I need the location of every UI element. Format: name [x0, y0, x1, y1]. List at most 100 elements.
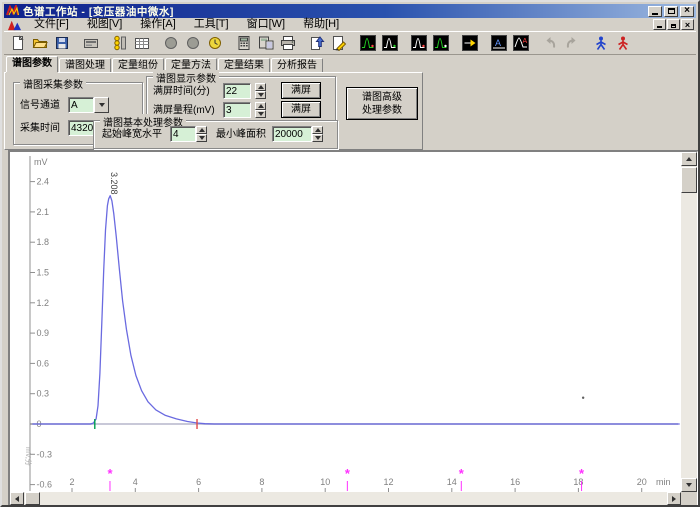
spin-up-button[interactable] [196, 126, 207, 134]
device-icon [83, 35, 99, 51]
beads-icon [112, 35, 128, 51]
chart-icon [411, 35, 427, 51]
min-area-label: 最小峰面积 [216, 127, 266, 143]
fullscreen-range-spinner[interactable] [255, 102, 266, 118]
menu-help[interactable]: 帮助[H] [294, 18, 348, 31]
spin-down-button[interactable] [312, 134, 323, 142]
y-unit-label: mV [34, 157, 48, 167]
x-tick-label: 6 [196, 477, 201, 487]
spin-down-button[interactable] [255, 110, 266, 118]
tab-quant-results[interactable]: 定量结果 [218, 58, 270, 72]
tab-analysis-report[interactable]: 分析报告 [271, 58, 323, 72]
signal-channel-combo[interactable] [68, 97, 94, 113]
menu-tools[interactable]: 工具[T] [185, 18, 238, 31]
scroll-left-button[interactable] [10, 492, 24, 505]
y-tick-label: 1.2 [37, 298, 50, 308]
manual-peak-button[interactable]: A [510, 33, 532, 54]
advanced-params-button[interactable]: 谱图高级 处理参数 [346, 87, 418, 120]
window-close-button[interactable]: × [680, 6, 694, 17]
peak-retention-label: 3.208 [109, 172, 119, 195]
calibration-window-button[interactable] [255, 33, 277, 54]
min-area-field[interactable] [272, 126, 312, 142]
menu-operate[interactable]: 操作[A] [131, 18, 184, 31]
spin-down-button[interactable] [196, 134, 207, 142]
view-peaks-4-button[interactable] [430, 33, 452, 54]
stop-timer-button[interactable] [204, 33, 226, 54]
x-tick-label: 10 [320, 477, 330, 487]
advanced-params-line2: 处理参数 [362, 104, 402, 117]
edit-report-button[interactable] [328, 33, 350, 54]
print-report-button[interactable] [277, 33, 299, 54]
redo-button [561, 33, 583, 54]
fullscreen-range-field[interactable] [223, 102, 251, 118]
tab-spectrum-process[interactable]: 谱图处理 [59, 58, 111, 72]
toolbar-separator [532, 33, 539, 54]
window-minimize-button[interactable] [648, 6, 662, 17]
maximize-icon [668, 8, 675, 14]
open-file-button[interactable] [29, 33, 51, 54]
x-tick-label: 8 [259, 477, 264, 487]
clock-icon [207, 35, 223, 51]
peak-width-spinner[interactable] [196, 126, 207, 142]
vertical-scroll-thumb[interactable] [681, 167, 697, 193]
peak-width-label: 起始峰宽水平 [102, 127, 162, 143]
combo-dropdown-button[interactable] [94, 97, 109, 113]
fullscreen-time-spinner[interactable] [255, 83, 266, 99]
chevron-down-icon [99, 103, 105, 107]
sample-queue-button[interactable] [109, 33, 131, 54]
mdi-document-icon [7, 18, 22, 31]
spin-up-button[interactable] [255, 102, 266, 110]
minimize-icon [652, 13, 658, 15]
chromatogram-plot[interactable]: -0.6-0.300.30.60.91.21.51.82.12.4mV24681… [10, 152, 681, 492]
fullscreen-range-button[interactable]: 满屏 [281, 101, 321, 118]
svg-text:A: A [523, 38, 528, 45]
document-minimize-button[interactable] [653, 19, 666, 30]
fullscreen-time-button[interactable]: 满屏 [281, 82, 321, 99]
tab-spectrum-params[interactable]: 谱图参数 [6, 56, 58, 72]
component-marker: * [107, 466, 113, 481]
peak-width-field[interactable] [170, 126, 196, 142]
toolbar-separator [401, 33, 408, 54]
shift-trace-button[interactable] [459, 33, 481, 54]
doc-edit-icon [331, 35, 347, 51]
stray-dot [582, 397, 584, 399]
group-acquisition-title: 谱图采集参数 [20, 76, 86, 91]
instrument-button[interactable] [80, 33, 102, 54]
horizontal-scrollbar[interactable] [10, 492, 681, 505]
doc-up-icon [309, 35, 325, 51]
scroll-right-button[interactable] [667, 492, 681, 505]
menu-window[interactable]: 窗口[W] [238, 18, 295, 31]
chart-canvas[interactable]: -0.6-0.300.30.60.91.21.51.82.12.4mV24681… [10, 152, 681, 492]
window-maximize-button[interactable] [664, 6, 678, 17]
acquisition-time-label: 采集时间 [20, 121, 60, 137]
min-area-spinner[interactable] [312, 126, 323, 142]
y-tick-label: 0.6 [37, 358, 50, 368]
calculate-results-button[interactable] [233, 33, 255, 54]
chevron-down-icon [315, 136, 321, 140]
fullscreen-time-field[interactable] [223, 83, 251, 99]
new-file-button[interactable] [7, 33, 29, 54]
operator-blue-button[interactable] [590, 33, 612, 54]
data-table-button[interactable] [131, 33, 153, 54]
scroll-up-button[interactable] [681, 152, 697, 166]
operator-red-button[interactable] [612, 33, 634, 54]
view-peaks-2-button[interactable] [379, 33, 401, 54]
manual-baseline-button[interactable]: A [488, 33, 510, 54]
chevron-up-icon [199, 128, 205, 132]
scroll-down-button[interactable] [681, 478, 697, 492]
menu-file[interactable]: 文件[F] [25, 18, 78, 31]
view-peaks-1-button[interactable] [357, 33, 379, 54]
vertical-scrollbar[interactable] [681, 152, 697, 492]
floppy-icon [54, 35, 70, 51]
spin-down-button[interactable] [255, 91, 266, 99]
view-peaks-3-button[interactable] [408, 33, 430, 54]
document-close-button[interactable]: × [681, 19, 694, 30]
export-data-button[interactable] [306, 33, 328, 54]
menu-view[interactable]: 视图[V] [78, 18, 131, 31]
save-file-button[interactable] [51, 33, 73, 54]
spin-up-button[interactable] [255, 83, 266, 91]
horizontal-scroll-thumb[interactable] [25, 492, 40, 505]
spin-up-button[interactable] [312, 126, 323, 134]
toolbar-separator [350, 33, 357, 54]
document-restore-button[interactable] [667, 19, 680, 30]
